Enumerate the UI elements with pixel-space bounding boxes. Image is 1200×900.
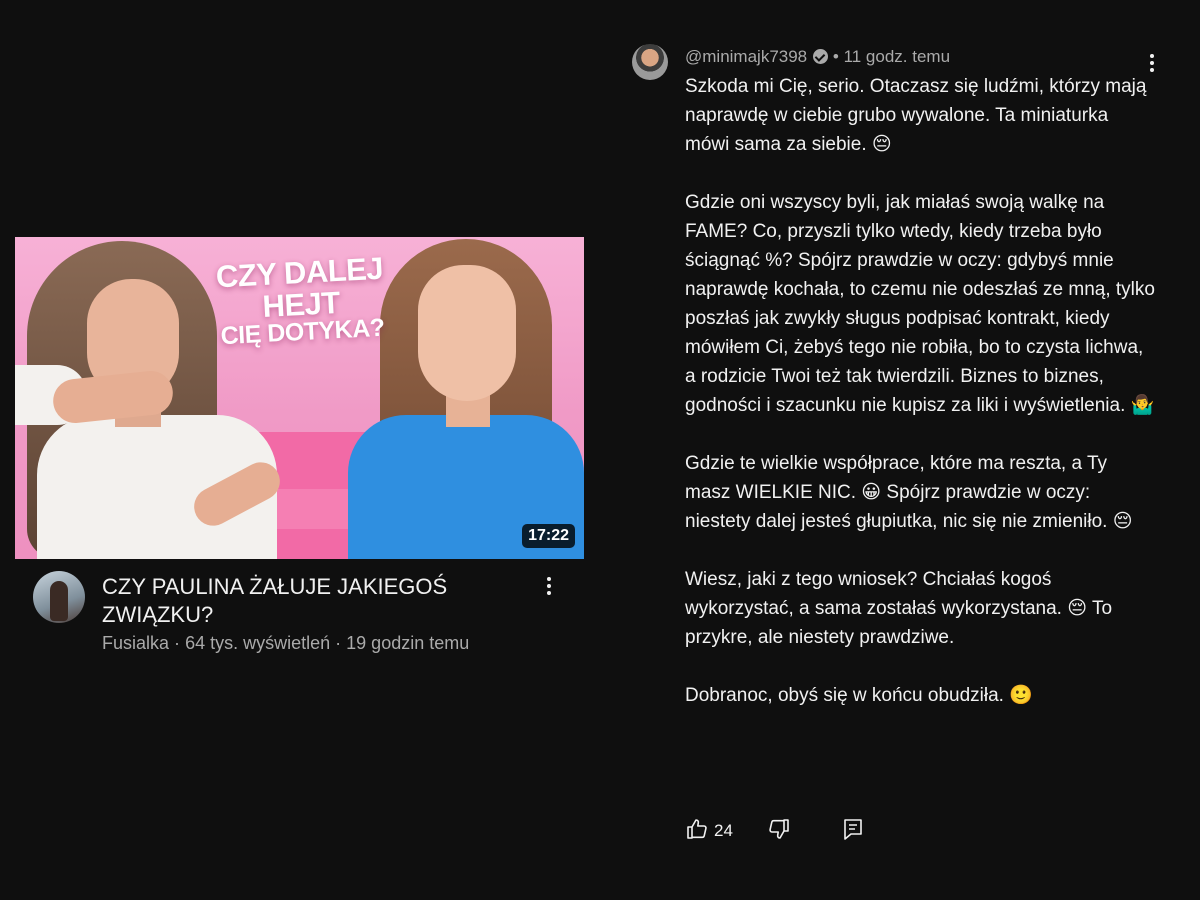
- video-meta: CZY PAULINA ŻAŁUJE JAKIEGOŚ ZWIĄZKU? Fus…: [15, 571, 584, 671]
- channel-avatar[interactable]: [33, 571, 85, 623]
- thumbs-up-icon: [687, 819, 707, 839]
- like-button[interactable]: [685, 817, 709, 846]
- verified-icon: [813, 49, 829, 64]
- comment-author-avatar[interactable]: [632, 44, 668, 80]
- reply-button[interactable]: [841, 817, 865, 846]
- view-count: 64 tys. wyświetleń: [185, 633, 331, 653]
- comment-header: @minimajk7398 • 11 godz. temu: [685, 47, 950, 67]
- upload-age: 19 godzin temu: [346, 633, 470, 653]
- comment-author[interactable]: @minimajk7398: [685, 47, 807, 66]
- comment-paragraph: Gdzie te wielkie współprace, które ma re…: [685, 453, 1133, 532]
- comment-paragraph: Gdzie oni wszyscy byli, jak miałaś swoją…: [685, 192, 1155, 416]
- comment-paragraph: Dobranoc, obyś się w końcu obudziła. 🙂: [685, 685, 1033, 706]
- dislike-button[interactable]: [767, 817, 791, 846]
- like-count: 24: [714, 821, 733, 840]
- comment-paragraph: Wiesz, jaki z tego wniosek? Chciałaś kog…: [685, 569, 1113, 648]
- channel-name[interactable]: Fusialka: [102, 633, 169, 653]
- comment-actions: 24: [685, 817, 885, 847]
- thumbs-down-icon: [769, 819, 789, 839]
- thumbnail-headline: CZY DALEJ HEJT CIĘ DOTYKA?: [189, 251, 413, 351]
- duration-badge: 17:22: [522, 524, 575, 548]
- comment-time[interactable]: 11 godz. temu: [844, 47, 950, 66]
- meta-separator: ·: [335, 633, 342, 653]
- video-thumbnail[interactable]: CZY DALEJ HEJT CIĘ DOTYKA? 17:22: [15, 237, 584, 559]
- comment-paragraph: Szkoda mi Cię, serio. Otaczasz się ludźm…: [685, 76, 1147, 155]
- comment-time-separator: •: [832, 47, 839, 66]
- video-subtitle: Fusialka · 64 tys. wyświetleń · 19 godzi…: [102, 633, 469, 654]
- meta-separator: ·: [174, 633, 181, 653]
- video-title[interactable]: CZY PAULINA ŻAŁUJE JAKIEGOŚ ZWIĄZKU?: [102, 573, 502, 629]
- video-card[interactable]: CZY DALEJ HEJT CIĘ DOTYKA? 17:22 CZY PAU…: [15, 237, 584, 671]
- more-vert-icon[interactable]: [547, 577, 551, 598]
- reply-icon: [844, 819, 862, 840]
- comment-text: Szkoda mi Cię, serio. Otaczasz się ludźm…: [685, 72, 1155, 739]
